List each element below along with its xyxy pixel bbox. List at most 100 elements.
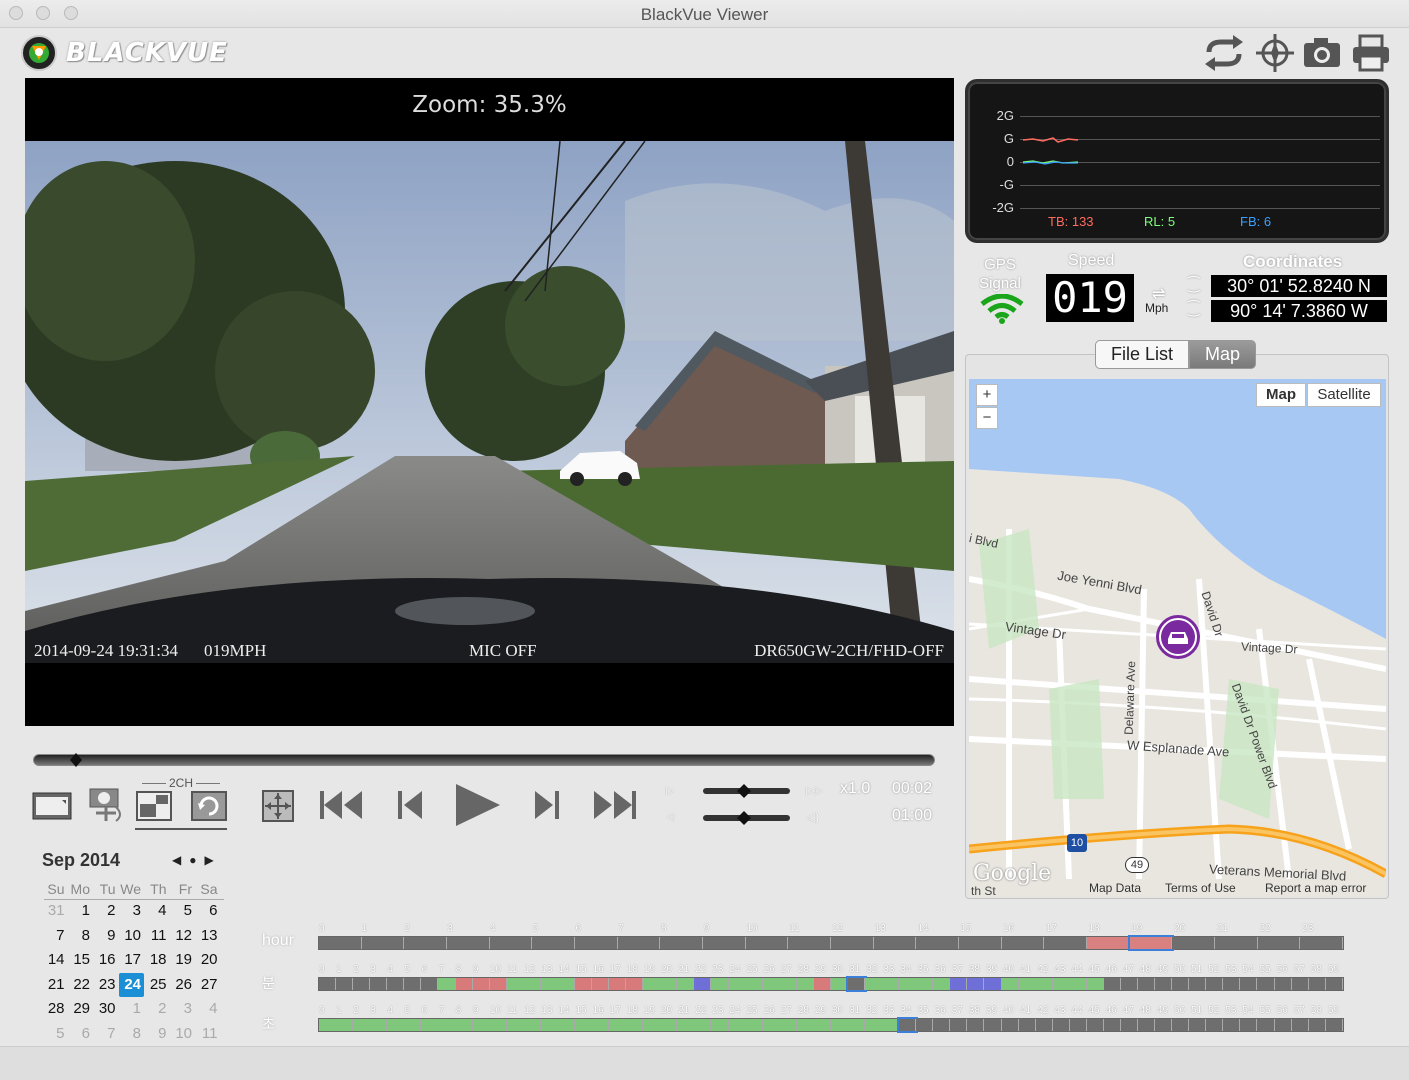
timeline-segment[interactable] [1308,1019,1326,1031]
calendar-days[interactable]: 31 1 2 3 4 5 6 7 8 9 10 11 12 13 14 15 16 17 18 19 20 21 22 23 2… [42,899,221,1047]
repeat-icon[interactable] [1203,34,1245,72]
calendar-day[interactable]: 9 [93,924,119,949]
calendar-day[interactable]: 11 [144,924,170,949]
map-zoom-in-button[interactable]: + [976,384,998,406]
seek-bar[interactable] [33,753,935,767]
calendar-day[interactable]: 2 [93,899,119,924]
timeline-segment[interactable] [643,1019,661,1031]
timeline-segment[interactable] [745,937,789,949]
calendar-day[interactable]: 6 [68,1022,94,1047]
timeline-segment[interactable] [694,1019,712,1031]
timeline-segment[interactable] [472,978,490,990]
timeline-segment[interactable] [617,937,661,949]
video-player[interactable]: Zoom: 35.3% 2014-09-24 19:31:34 019MPH M… [25,78,954,726]
map-view[interactable]: + − Map Satellite i Blvd Joe Yenni Blvd … [969,379,1386,897]
calendar-day[interactable]: 5 [42,1022,68,1047]
timeline-segment[interactable] [967,1019,985,1031]
volume-slider[interactable] [703,811,790,825]
timeline-segment[interactable] [1215,937,1258,949]
timeline-segment[interactable] [831,937,874,949]
swap-channel-icon[interactable] [86,787,126,825]
timeline-segment[interactable] [845,976,868,992]
timeline-segment[interactable] [728,1019,746,1031]
timeline-segment[interactable] [1127,935,1175,951]
timeline-segment[interactable] [592,1019,610,1031]
timeline-segment[interactable] [1274,1019,1292,1031]
timeline-segment[interactable] [574,1019,592,1031]
calendar-day[interactable]: 22 [68,973,94,998]
timeline-segment[interactable] [1223,978,1241,990]
calendar-day[interactable]: 7 [42,924,68,949]
timeline-segment[interactable] [1172,1019,1190,1031]
map-data-link[interactable]: Map Data [1089,881,1141,895]
rotate-video-icon[interactable] [191,791,227,821]
calendar-day[interactable]: 27 [195,973,221,998]
calendar-day[interactable]: 8 [68,924,94,949]
timeline-segment[interactable] [703,937,746,949]
calendar-day[interactable]: 26 [170,973,196,998]
calendar-day[interactable]: 4 [195,997,221,1022]
timeline-segment[interactable] [353,978,371,990]
calendar-day[interactable]: 21 [42,973,68,998]
step-forward-icon[interactable] [533,788,561,822]
timeline-segment[interactable] [796,1019,814,1031]
timeline-segment[interactable] [882,1019,900,1031]
timeline-segment[interactable] [711,1019,729,1031]
calendar-day[interactable]: 5 [170,899,196,924]
timeline-segment[interactable] [455,978,473,990]
timeline-segment[interactable] [1223,1019,1241,1031]
play-icon[interactable] [452,782,502,828]
timeline-segment[interactable] [1001,1019,1019,1031]
timeline-segment[interactable] [873,937,917,949]
timeline-segment[interactable] [609,978,627,990]
map-type-satellite-button[interactable]: Satellite [1307,383,1381,407]
timeline-segment[interactable] [677,978,695,990]
timeline-segment[interactable] [1172,937,1216,949]
timeline-segment[interactable] [788,937,832,949]
timeline-segment[interactable] [1069,1019,1087,1031]
timeline-segment[interactable] [489,978,507,990]
car-location-marker[interactable] [1156,615,1200,659]
timeline-segment[interactable] [813,1019,831,1031]
fullscreen-video-icon[interactable] [32,789,72,821]
timeline-segment[interactable] [694,978,712,990]
today-icon[interactable]: ● [189,853,204,867]
timeline-segment[interactable] [865,978,883,990]
timeline-segment[interactable] [421,1019,439,1031]
calendar-day[interactable]: 9 [144,1022,170,1047]
timeline-segment[interactable] [1257,1019,1275,1031]
timeline-segment[interactable] [1291,978,1309,990]
timeline-segment[interactable] [455,1019,473,1031]
calendar-day[interactable]: 4 [144,899,170,924]
timeline-segment[interactable] [933,978,951,990]
timeline-segment[interactable] [1291,1019,1309,1031]
timeline-segment[interactable] [1189,1019,1207,1031]
timeline-segment[interactable] [677,1019,695,1031]
timeline-segment[interactable] [660,978,678,990]
timeline-segment[interactable] [523,978,541,990]
timeline-segment[interactable] [1308,978,1326,990]
timeline-segment[interactable] [847,1019,865,1031]
calendar-day[interactable]: 8 [119,1022,145,1047]
seek-thumb[interactable] [70,753,82,767]
timeline-segment[interactable] [745,1019,763,1031]
timeline-segment[interactable] [865,1019,883,1031]
timeline-segment[interactable] [1206,1019,1224,1031]
timeline-segment[interactable] [984,978,1002,990]
timeline-segment[interactable] [626,1019,644,1031]
volume-slider-thumb[interactable] [737,811,751,825]
timeline-segment[interactable] [557,1019,575,1031]
calendar-day[interactable]: 3 [119,899,145,924]
timeline-segment[interactable] [574,978,592,990]
calendar-day[interactable]: 19 [170,948,196,973]
camera-icon[interactable] [1301,34,1343,72]
calendar-day[interactable]: 1 [119,997,145,1022]
prev-month-icon[interactable]: ◀ [172,853,189,867]
timeline-segment[interactable] [404,978,422,990]
hour-timeline[interactable] [318,935,1344,951]
compass-icon[interactable] [1254,34,1296,72]
timeline-segment[interactable] [897,1017,919,1033]
calendar-day[interactable]: 18 [144,948,170,973]
previous-file-icon[interactable] [318,788,364,822]
calendar-day[interactable]: 1 [68,899,94,924]
